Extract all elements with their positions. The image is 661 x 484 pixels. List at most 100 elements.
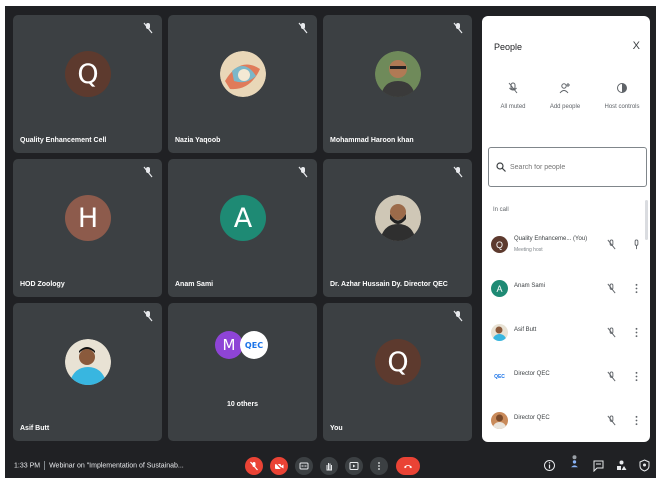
clock-time: 1:33 PM <box>14 462 41 470</box>
more-options-button[interactable] <box>370 457 388 475</box>
avatar-photo <box>220 51 266 97</box>
action-label: All muted <box>500 104 526 110</box>
video-tile-anam-sami[interactable]: A Anam Sami <box>168 159 317 297</box>
panel-title: People <box>494 42 523 52</box>
participant-name: Quality Enhanceme... (You) <box>514 236 588 242</box>
more-vert-icon <box>378 462 380 470</box>
video-tile-hod-zoology[interactable]: H HOD Zoology <box>13 159 162 297</box>
people-panel: People X All muted Add people Host contr… <box>482 16 650 442</box>
participant-name: Anam Sami <box>175 281 214 288</box>
video-tile-dr-azhar-hussain[interactable]: Dr. Azhar Hussain Dy. Director QEC <box>323 159 472 297</box>
people-search-box[interactable] <box>488 147 647 187</box>
avatar-photo <box>65 339 111 385</box>
chat-icon[interactable] <box>592 459 605 472</box>
search-icon <box>496 162 506 172</box>
bottom-toolbar: 1:33 PM Webinar on "Implementation of Sus… <box>5 452 656 478</box>
camera-off-icon <box>274 461 284 471</box>
avatar-photo <box>491 412 508 429</box>
qec-logo-avatar: QEC <box>491 368 508 385</box>
participant-name: Anam Sami <box>514 283 546 289</box>
participant-role: Meeting host <box>514 247 543 253</box>
avatar: Q <box>65 51 111 97</box>
leave-call-button[interactable] <box>396 457 420 475</box>
end-call-icon <box>404 465 412 469</box>
qec-logo-avatar: QEC <box>240 331 268 359</box>
mic-off-icon <box>143 22 153 34</box>
add-people-button[interactable]: Add people <box>541 82 589 110</box>
mic-off-icon[interactable] <box>606 239 617 250</box>
participant-name: You <box>330 425 343 432</box>
participant-name: Mohammad Haroon khan <box>330 137 414 144</box>
participant-name: Quality Enhancement Cell <box>20 137 107 144</box>
mic-off-icon <box>453 310 463 322</box>
host-controls-button[interactable]: Host controls <box>598 82 646 110</box>
more-vert-icon[interactable] <box>631 415 642 426</box>
raise-hand-button[interactable] <box>320 457 338 475</box>
section-label: In call <box>493 207 509 213</box>
more-vert-icon[interactable] <box>631 371 642 382</box>
mic-off-icon <box>298 22 308 34</box>
video-tile-you[interactable]: Q You <box>323 303 472 441</box>
hand-icon <box>326 463 332 471</box>
mic-off-icon <box>453 166 463 178</box>
mic-off-icon[interactable] <box>606 327 617 338</box>
video-tile-10-others[interactable]: M QEC 10 others <box>168 303 317 441</box>
avatar: H <box>65 195 111 241</box>
pin-icon[interactable] <box>631 239 642 250</box>
mic-off-icon <box>143 166 153 178</box>
mic-off-icon[interactable] <box>606 415 617 426</box>
host-controls-icon <box>617 83 627 93</box>
captions-icon <box>299 462 309 470</box>
participant-row[interactable]: Director QEC <box>482 406 650 436</box>
mic-off-icon[interactable] <box>606 371 617 382</box>
participant-row[interactable]: Asif Butt <box>482 318 650 348</box>
others-count: 10 others <box>226 401 259 408</box>
camera-toggle-button[interactable] <box>270 457 288 475</box>
participant-name: Dr. Azhar Hussain Dy. Director QEC <box>330 281 448 288</box>
avatar: Q <box>375 339 421 385</box>
mic-off-icon <box>250 461 258 471</box>
video-tile-mohammad-haroon-khan[interactable]: Mohammad Haroon khan <box>323 15 472 153</box>
avatar: A <box>491 280 508 297</box>
avatar: Q <box>491 236 508 253</box>
mic-off-icon <box>453 22 463 34</box>
people-icon[interactable] <box>568 455 581 468</box>
participant-name: Director QEC <box>514 415 550 421</box>
close-icon[interactable]: X <box>633 40 640 52</box>
participant-row[interactable]: A Anam Sami <box>482 274 650 304</box>
participant-row[interactable]: Q Quality Enhanceme... (You) Meeting hos… <box>482 230 650 260</box>
more-vert-icon[interactable] <box>631 283 642 294</box>
avatar: A <box>220 195 266 241</box>
more-vert-icon[interactable] <box>631 327 642 338</box>
avatar: M <box>215 331 243 359</box>
meeting-title: Webinar on "Implementation of Sustainab.… <box>49 462 184 470</box>
participant-name: HOD Zoology <box>20 281 65 288</box>
avatar-photo <box>491 324 508 341</box>
participant-name: Nazia Yaqoob <box>175 137 221 144</box>
present-screen-icon <box>349 462 359 470</box>
avatar-photo <box>375 195 421 241</box>
video-tile-asif-butt[interactable]: Asif Butt <box>13 303 162 441</box>
participant-name: Asif Butt <box>20 425 50 432</box>
all-muted-button[interactable]: All muted <box>489 82 537 110</box>
video-tile-nazia-yaqoob[interactable]: Nazia Yaqoob <box>168 15 317 153</box>
host-controls-icon[interactable] <box>638 459 651 472</box>
captions-button[interactable] <box>295 457 313 475</box>
meet-window: Q Quality Enhancement Cell Nazia Yaqoob … <box>5 6 656 478</box>
search-input[interactable] <box>510 160 640 174</box>
mic-off-icon <box>508 82 518 94</box>
video-tile-quality-enhancement-cell[interactable]: Q Quality Enhancement Cell <box>13 15 162 153</box>
mic-off-icon[interactable] <box>606 283 617 294</box>
present-button[interactable] <box>345 457 363 475</box>
action-label: Host controls <box>604 104 640 110</box>
info-icon[interactable] <box>543 459 556 472</box>
divider <box>44 461 46 470</box>
action-label: Add people <box>549 104 581 110</box>
participant-name: Asif Butt <box>514 327 537 333</box>
participant-row[interactable]: QEC Director QEC <box>482 362 650 392</box>
meeting-info: 1:33 PM Webinar on "Implementation of Sus… <box>14 461 184 470</box>
mic-off-icon <box>298 166 308 178</box>
mic-toggle-button[interactable] <box>245 457 263 475</box>
activities-icon[interactable] <box>615 459 628 472</box>
participant-name: Director QEC <box>514 371 550 377</box>
